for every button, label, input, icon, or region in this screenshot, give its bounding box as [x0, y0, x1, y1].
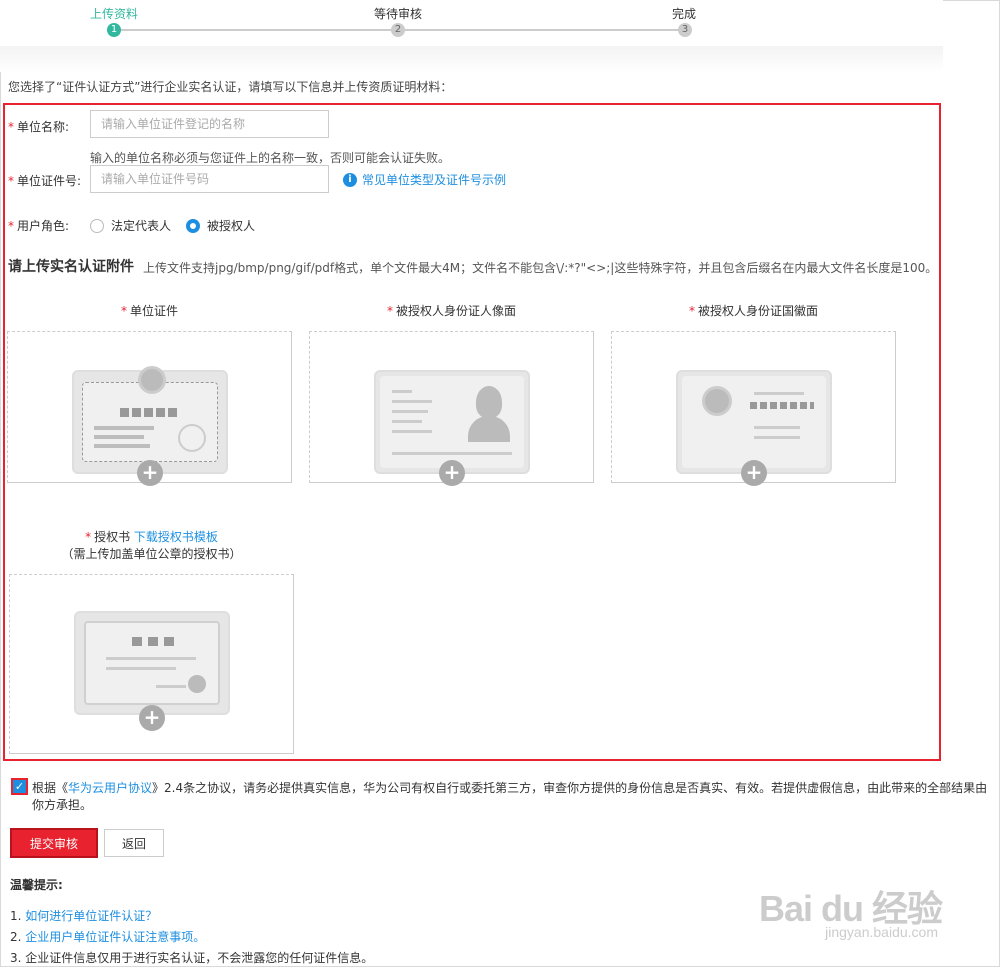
- id-card-portrait-icon: [374, 370, 530, 474]
- step-1-dot: 1: [107, 23, 121, 37]
- slot-authorization-sub: （需上传加盖单位公章的授权书）: [61, 547, 242, 561]
- submit-review-button[interactable]: 提交审核: [10, 828, 98, 858]
- tip-item-1: 1. 如何进行单位证件认证？: [10, 907, 157, 924]
- upload-section-title: 请上传实名认证附件: [8, 259, 134, 275]
- add-icon: +: [137, 460, 163, 486]
- step-2-label: 等待审核: [374, 7, 423, 21]
- step-2-dot: 2: [391, 23, 405, 37]
- authorization-letter-icon: [74, 611, 230, 715]
- certificate-illustration-icon: [72, 366, 228, 474]
- tip-link-notes[interactable]: 企业用户单位证件认证注意事项。: [25, 930, 205, 944]
- info-icon: i: [343, 172, 357, 187]
- step-3-dot: 3: [678, 23, 692, 37]
- add-icon: +: [741, 460, 767, 486]
- unit-name-hint: 输入的单位名称必须与您证件上的名称一致，否则可能会认证失败。: [90, 151, 451, 165]
- tip-num: 2.: [10, 930, 26, 944]
- tip-link-how-to[interactable]: 如何进行单位证件认证？: [25, 909, 157, 923]
- required-mark: *: [8, 174, 14, 188]
- upload-id-front[interactable]: +: [309, 331, 594, 486]
- required-mark: *: [8, 219, 14, 233]
- step-3-label: 完成: [672, 7, 697, 21]
- upload-requirements: 上传文件支持jpg/bmp/png/gif/pdf格式，单个文件最大4M；文件名…: [143, 261, 938, 275]
- download-template-link[interactable]: 下载授权书模板: [134, 530, 218, 544]
- role-label-text: 用户角色:: [17, 219, 70, 233]
- upload-id-back[interactable]: +: [611, 331, 896, 486]
- radio-authorized[interactable]: 被授权人: [186, 217, 255, 234]
- role-label: * 用户角色:: [8, 217, 69, 234]
- tips-title: 温馨提示:: [10, 878, 63, 892]
- unit-id-label-text: 单位证件号:: [17, 174, 82, 188]
- unit-id-label: * 单位证件号:: [8, 172, 81, 189]
- unit-name-label: * 单位名称:: [8, 118, 69, 135]
- slot-id-back-label: * 被授权人身份证国徽面: [611, 302, 896, 319]
- id-example-link[interactable]: i 常见单位类型及证件号示例: [343, 171, 506, 188]
- agreement-suffix: 》2.4条之协议，请务必提供真实信息，华为公司有权自行或委托第三方，审查你方提供…: [32, 781, 988, 812]
- radio-legal-rep-label: 法定代表人: [111, 219, 172, 233]
- tip-item-2: 2. 企业用户单位证件认证注意事项。: [10, 928, 205, 945]
- slot-unit-cert-label: * 单位证件: [7, 302, 292, 319]
- agreement-text: 根据《华为云用户协议》2.4条之协议，请务必提供真实信息，华为公司有权自行或委托…: [32, 780, 997, 814]
- agreement-checkbox[interactable]: ✓: [11, 778, 28, 795]
- slot-unit-cert-label-text: 单位证件: [129, 304, 178, 318]
- agreement-prefix: 根据《: [32, 781, 69, 795]
- slot-id-front-label: * 被授权人身份证人像面: [309, 302, 594, 319]
- progress-steps: 上传资料 1 等待审核 2 完成 3: [0, 0, 943, 72]
- radio-checked-icon: [186, 218, 200, 233]
- upload-unit-cert[interactable]: +: [7, 331, 292, 486]
- slot-id-back-label-text: 被授权人身份证国徽面: [697, 304, 818, 318]
- required-mark: *: [120, 304, 127, 318]
- add-icon: +: [439, 460, 465, 486]
- step-1-label: 上传资料: [90, 7, 139, 21]
- radio-authorized-label: 被授权人: [207, 219, 256, 233]
- id-card-emblem-icon: [676, 370, 832, 474]
- unit-name-input[interactable]: [90, 110, 329, 138]
- unit-name-label-text: 单位名称:: [17, 120, 70, 134]
- radio-legal-rep[interactable]: 法定代表人: [90, 217, 171, 234]
- required-mark: *: [386, 304, 393, 318]
- tip-num: 1.: [10, 909, 26, 923]
- upload-authorization[interactable]: +: [9, 574, 294, 754]
- tip-num: 3.: [10, 951, 26, 965]
- tip-text-privacy: 企业证件信息仅用于进行实名认证，不会泄露您的任何证件信息。: [25, 951, 374, 965]
- required-mark: *: [8, 120, 14, 134]
- slot-id-front-label-text: 被授权人身份证人像面: [395, 304, 516, 318]
- add-icon: +: [139, 705, 165, 731]
- radio-unchecked-icon: [90, 218, 104, 233]
- required-mark: *: [85, 530, 92, 544]
- user-agreement-link[interactable]: 华为云用户协议: [68, 781, 152, 795]
- slot-authorization-label-text: 授权书: [94, 530, 131, 544]
- tip-item-3: 3. 企业证件信息仅用于进行实名认证，不会泄露您的任何证件信息。: [10, 949, 373, 966]
- slot-authorization-label: * 授权书 下载授权书模板: [9, 528, 294, 545]
- baidu-watermark-url: jingyan.baidu.com: [825, 924, 938, 940]
- back-button[interactable]: 返回: [104, 829, 164, 857]
- unit-id-input[interactable]: [90, 165, 329, 193]
- id-example-link-text: 常见单位类型及证件号示例: [362, 173, 507, 187]
- intro-text: 您选择了“证件认证方式”进行企业实名认证，请填写以下信息并上传资质证明材料：: [8, 80, 453, 94]
- required-mark: *: [688, 304, 695, 318]
